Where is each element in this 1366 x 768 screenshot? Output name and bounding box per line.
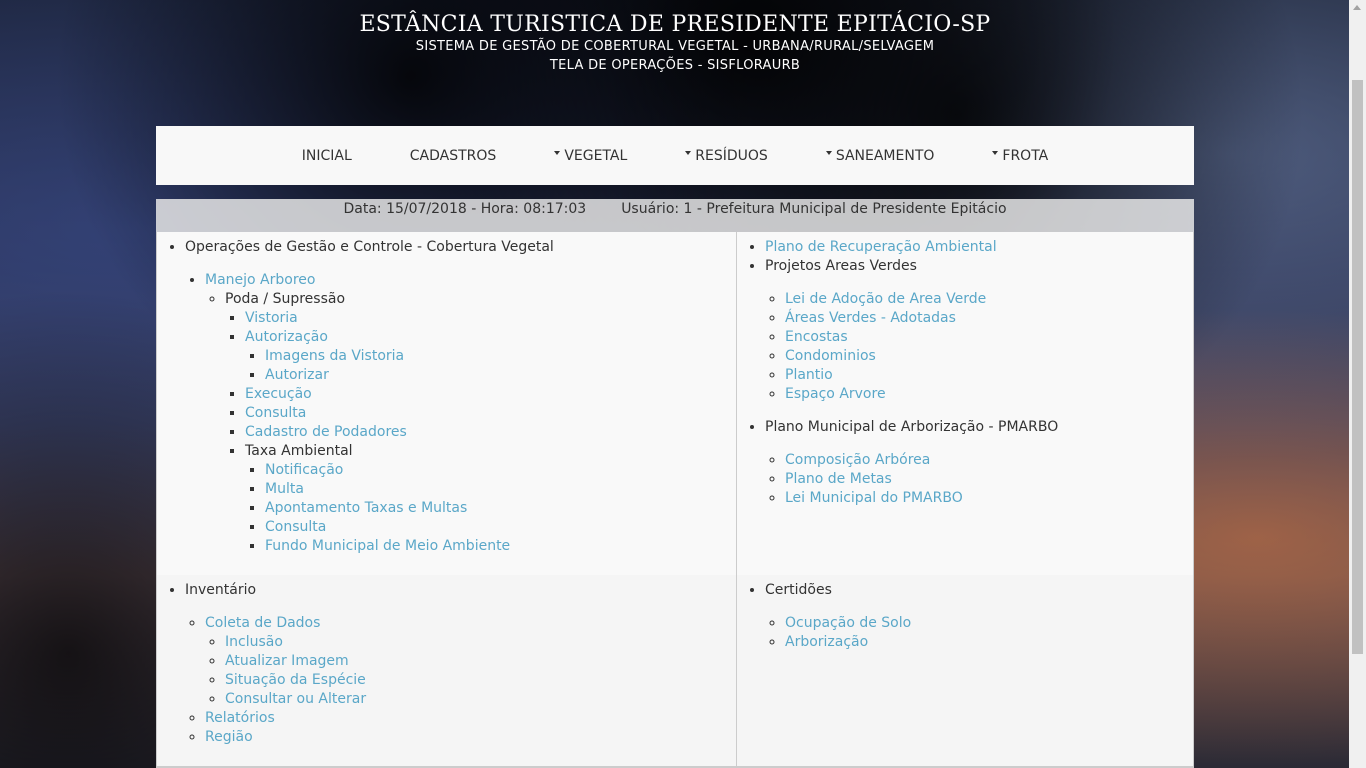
scrollbar-thumb[interactable] <box>1352 80 1363 654</box>
caret-down-icon <box>685 150 692 155</box>
link-inclusao[interactable]: Inclusão <box>225 634 283 650</box>
nav-residuos-label: RESÍDUOS <box>695 147 768 164</box>
link-areas-adotadas[interactable]: Áreas Verdes - Adotadas <box>785 310 956 326</box>
section-inventario: Inventário <box>185 582 257 598</box>
nav-residuos[interactable]: RESÍDUOS <box>656 126 797 185</box>
section-title: Operações de Gestão e Controle - Cobertu… <box>185 239 554 255</box>
link-apontamento[interactable]: Apontamento Taxas e Multas <box>265 500 467 516</box>
link-imagens-vistoria[interactable]: Imagens da Vistoria <box>265 348 404 364</box>
link-ocupacao-solo[interactable]: Ocupação de Solo <box>785 615 911 631</box>
panel-inventario: Inventário Coleta de Dados Inclusão Atua… <box>156 575 737 768</box>
link-plano-metas[interactable]: Plano de Metas <box>785 471 892 487</box>
link-lei-adocao[interactable]: Lei de Adoção de Area Verde <box>785 291 986 307</box>
link-relatorios[interactable]: Relatórios <box>205 710 275 726</box>
link-lei-pmarbo[interactable]: Lei Municipal do PMARBO <box>785 490 963 506</box>
caret-down-icon <box>554 150 561 155</box>
nav-inicial[interactable]: INICIAL <box>273 126 381 185</box>
link-composicao[interactable]: Composição Arbórea <box>785 452 930 468</box>
link-consultar-alterar[interactable]: Consultar ou Alterar <box>225 691 366 707</box>
link-cadastro-podadores[interactable]: Cadastro de Podadores <box>245 424 407 440</box>
nav-inicial-label: INICIAL <box>301 147 352 164</box>
section-projetos: Projetos Areas Verdes <box>765 258 917 274</box>
main-nav: INICIAL CADASTROS VEGETAL RESÍDUOS SANEA… <box>156 126 1194 185</box>
section-certidoes: Certidões <box>765 582 832 598</box>
link-vistoria[interactable]: Vistoria <box>245 310 298 326</box>
datetime-text: Data: 15/07/2018 - Hora: 08:17:03 <box>343 201 587 217</box>
nav-frota[interactable]: FROTA <box>963 126 1077 185</box>
link-condominios[interactable]: Condominios <box>785 348 876 364</box>
link-situacao-especie[interactable]: Situação da Espécie <box>225 672 366 688</box>
operations-grid: Operações de Gestão e Controle - Cobertu… <box>156 232 1194 768</box>
user-text: Usuário: 1 - Prefeitura Municipal de Pre… <box>621 201 1007 217</box>
section-pmarbo: Plano Municipal de Arborização - PMARBO <box>765 419 1059 435</box>
nav-cadastros-label: CADASTROS <box>409 147 497 164</box>
link-consulta-taxa[interactable]: Consulta <box>265 519 326 535</box>
link-coleta[interactable]: Coleta de Dados <box>205 615 320 631</box>
link-multa[interactable]: Multa <box>265 481 304 497</box>
link-notificacao[interactable]: Notificação <box>265 462 343 478</box>
link-manejo[interactable]: Manejo Arboreo <box>205 272 315 288</box>
info-bar: Data: 15/07/2018 - Hora: 08:17:03 Usuári… <box>156 199 1194 232</box>
link-plano-recuperacao[interactable]: Plano de Recuperação Ambiental <box>765 239 997 255</box>
page-title: ESTÂNCIA TURISTICA DE PRESIDENTE EPITÁCI… <box>359 12 991 37</box>
site-header: ESTÂNCIA TURISTICA DE PRESIDENTE EPITÁCI… <box>156 0 1194 126</box>
nav-saneamento[interactable]: SANEAMENTO <box>797 126 964 185</box>
scrollbar[interactable] <box>1349 0 1366 768</box>
scroll-up-icon[interactable] <box>1353 5 1361 10</box>
panel-gestao: Operações de Gestão e Controle - Cobertu… <box>156 232 737 575</box>
link-espaco-arvore[interactable]: Espaço Arvore <box>785 386 886 402</box>
nav-vegetal[interactable]: VEGETAL <box>525 126 656 185</box>
nav-vegetal-label: VEGETAL <box>564 147 628 164</box>
nav-frota-label: FROTA <box>1002 147 1049 164</box>
caret-down-icon <box>992 150 999 155</box>
link-regiao[interactable]: Região <box>205 729 253 745</box>
caret-down-icon <box>825 150 832 155</box>
link-autorizar[interactable]: Autorizar <box>265 367 329 383</box>
panel-certidoes: Certidões Ocupação de Solo Arborização <box>737 575 1194 768</box>
link-consulta[interactable]: Consulta <box>245 405 306 421</box>
screen-title: TELA DE OPERAÇÕES - SISFLORAURB <box>549 58 801 73</box>
link-atualizar-imagem[interactable]: Atualizar Imagem <box>225 653 349 669</box>
link-encostas[interactable]: Encostas <box>785 329 848 345</box>
link-execucao[interactable]: Execução <box>245 386 312 402</box>
nav-saneamento-label: SANEAMENTO <box>835 147 935 164</box>
label-poda: Poda / Supressão <box>225 291 346 307</box>
panel-areas-verdes: Plano de Recuperação Ambiental Projetos … <box>737 232 1194 575</box>
nav-cadastros[interactable]: CADASTROS <box>381 126 526 185</box>
link-plantio[interactable]: Plantio <box>785 367 833 383</box>
system-subtitle: SISTEMA DE GESTÃO DE COBERTURAL VEGETAL … <box>415 39 935 54</box>
link-autorizacao[interactable]: Autorização <box>245 329 328 345</box>
link-arborizacao[interactable]: Arborização <box>785 634 868 650</box>
link-fundo-municipal[interactable]: Fundo Municipal de Meio Ambiente <box>265 538 510 554</box>
label-taxa-ambiental: Taxa Ambiental <box>245 443 353 459</box>
